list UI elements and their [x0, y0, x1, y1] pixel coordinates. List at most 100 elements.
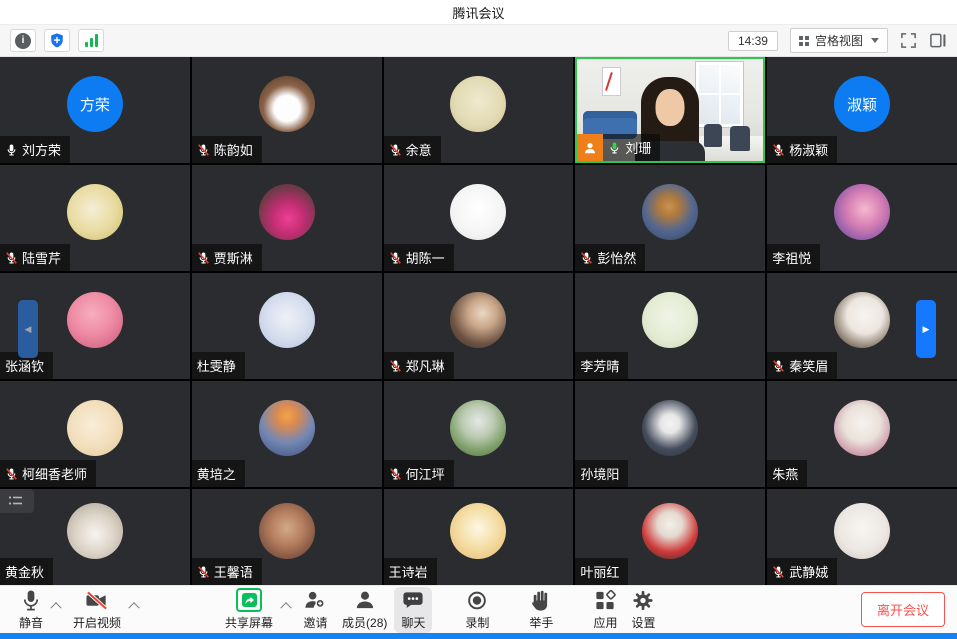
participant-name: 张涵钦: [5, 356, 44, 375]
name-plate: 杨淑颖: [767, 136, 837, 163]
apps-button[interactable]: 应用: [586, 587, 624, 633]
previous-page-button[interactable]: ◀: [18, 300, 38, 358]
participant-tile[interactable]: 王诗岩: [384, 489, 574, 585]
mute-button[interactable]: 静音: [12, 587, 50, 633]
chevron-up-icon: [280, 602, 291, 613]
mic-status-icon: [608, 141, 621, 155]
participant-tile[interactable]: 淑颖: [767, 57, 957, 163]
participant-tile[interactable]: 贾斯淋: [192, 165, 382, 271]
topbar-right: 14:39 宫格视图: [728, 28, 947, 53]
grid-view-icon: [799, 36, 809, 46]
avatar-photo: [67, 292, 123, 348]
participant-name: 柯细香老师: [22, 464, 87, 483]
mic-status-icon: [772, 565, 785, 579]
next-page-button[interactable]: ▶: [916, 300, 936, 358]
participant-tile[interactable]: 叶丽红: [575, 489, 765, 585]
participant-tile[interactable]: 方荣: [0, 57, 190, 163]
participant-tile[interactable]: 彭怡然: [575, 165, 765, 271]
name-plate: 黄培之: [192, 460, 245, 487]
window-title: 腾讯会议: [452, 3, 504, 22]
chat-button[interactable]: 聊天: [394, 587, 432, 633]
view-mode-selector[interactable]: 宫格视图: [790, 28, 888, 53]
participant-tile[interactable]: 胡陈一: [384, 165, 574, 271]
participant-tile[interactable]: 余意: [384, 57, 574, 163]
fullscreen-button[interactable]: [900, 32, 917, 49]
mic-status-icon: [5, 467, 18, 481]
participant-tile[interactable]: 武静娀: [767, 489, 957, 585]
participant-tile[interactable]: 李祖悦: [767, 165, 957, 271]
participant-tile[interactable]: 柯细香老师: [0, 381, 190, 487]
share-options-button[interactable]: [278, 590, 294, 620]
participant-name: 王馨语: [214, 562, 253, 581]
participant-name: 何江坪: [406, 464, 445, 483]
participant-tile[interactable]: 黄培之: [192, 381, 382, 487]
chevron-up-icon: [50, 602, 61, 613]
participant-tile[interactable]: 杜雯静: [192, 273, 382, 379]
settings-button[interactable]: 设置: [624, 587, 662, 633]
shield-plus-icon: [49, 32, 65, 49]
avatar-photo: [450, 400, 506, 456]
name-plate: 陈韵如: [192, 136, 262, 163]
network-signal-icon: [85, 34, 98, 47]
avatar-photo: [259, 292, 315, 348]
titlebar: 腾讯会议: [0, 0, 957, 25]
name-plate: 秦笑眉: [767, 352, 837, 379]
participant-tile[interactable]: 陈韵如: [192, 57, 382, 163]
members-label: 成员(28): [342, 614, 387, 631]
raise-hand-button[interactable]: 举手: [522, 587, 560, 633]
meeting-timer: 14:39: [728, 31, 778, 51]
network-status-button[interactable]: [78, 29, 104, 52]
avatar-photo: [450, 184, 506, 240]
bottom-toolbar: 静音 开启视频 共享屏幕: [0, 585, 957, 633]
camera-off-icon: [84, 589, 110, 612]
leave-meeting-button[interactable]: 离开会议: [861, 592, 945, 627]
name-plate: 余意: [384, 136, 441, 163]
participant-tile[interactable]: 朱燕: [767, 381, 957, 487]
audio-options-button[interactable]: [48, 590, 64, 620]
mute-label: 静音: [19, 614, 43, 631]
video-options-button[interactable]: [126, 590, 142, 620]
share-screen-button[interactable]: 共享屏幕: [218, 586, 280, 633]
participant-tile[interactable]: 郑凡琳: [384, 273, 574, 379]
avatar-photo: [259, 184, 315, 240]
host-badge-icon: [577, 134, 603, 161]
mic-status-icon: [197, 251, 210, 265]
avatar-photo: [834, 292, 890, 348]
info-icon: i: [15, 33, 31, 49]
taskbar-strip: [0, 633, 957, 639]
raise-hand-icon: [530, 589, 552, 612]
name-plate: 王诗岩: [384, 558, 437, 585]
participant-name: 余意: [406, 140, 432, 159]
start-video-button[interactable]: 开启视频: [66, 587, 128, 633]
participant-name: 刘珊: [625, 138, 651, 157]
invite-person-icon: [303, 589, 328, 612]
avatar-photo: [67, 503, 123, 559]
mic-status-icon: [772, 359, 785, 373]
side-panel-toggle-button[interactable]: [929, 32, 947, 49]
member-list-fab[interactable]: [0, 489, 34, 513]
record-button[interactable]: 录制: [458, 587, 496, 633]
participant-name: 黄培之: [197, 464, 236, 483]
share-screen-icon: [236, 588, 262, 612]
meeting-window: 腾讯会议 i 14:39 宫格视图: [0, 0, 957, 639]
security-button[interactable]: [44, 29, 70, 52]
name-plate: 孙境阳: [575, 460, 628, 487]
name-plate: 武静娀: [767, 558, 837, 585]
name-plate: 王馨语: [192, 558, 262, 585]
meeting-info-button[interactable]: i: [10, 29, 36, 52]
invite-button[interactable]: 邀请: [296, 587, 335, 633]
participant-name: 杜雯静: [197, 356, 236, 375]
participant-tile[interactable]: 孙境阳: [575, 381, 765, 487]
participant-name: 李祖悦: [772, 248, 811, 267]
participant-tile[interactable]: 王馨语: [192, 489, 382, 585]
mic-status-icon: [389, 359, 402, 373]
participant-name: 李芳晴: [580, 356, 619, 375]
name-plate: 胡陈一: [384, 244, 454, 271]
top-toolbar: i 14:39 宫格视图: [0, 25, 957, 57]
participant-name: 胡陈一: [406, 248, 445, 267]
participant-tile[interactable]: 陆雪芹: [0, 165, 190, 271]
participant-tile[interactable]: 刘珊: [575, 57, 765, 163]
participant-tile[interactable]: 李芳晴: [575, 273, 765, 379]
participant-tile[interactable]: 何江坪: [384, 381, 574, 487]
members-button[interactable]: 成员(28): [335, 587, 394, 633]
